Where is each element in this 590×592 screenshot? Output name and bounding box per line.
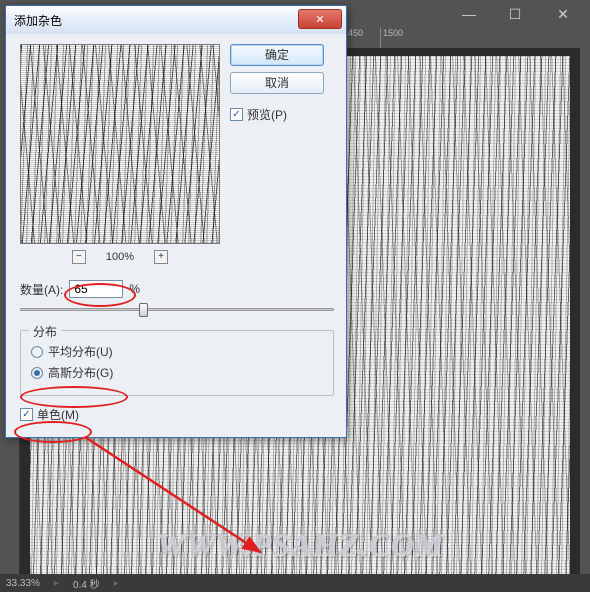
ok-button[interactable]: 确定 (230, 44, 324, 66)
zoom-out-button[interactable]: − (72, 250, 86, 264)
dialog-title: 添加杂色 (14, 12, 62, 29)
preview-label: 预览(P) (247, 106, 287, 123)
uniform-radio-row[interactable]: 平均分布(U) (31, 343, 323, 360)
maximize-button[interactable]: ☐ (492, 2, 538, 26)
status-divider: ▸ (54, 578, 59, 589)
uniform-radio[interactable] (31, 346, 43, 358)
slider-track (20, 308, 334, 311)
amount-row: 数量(A): % (20, 280, 334, 298)
zoom-in-button[interactable]: + (154, 250, 168, 264)
minimize-button[interactable]: — (446, 2, 492, 26)
preview-checkbox[interactable]: ✓ (230, 108, 243, 121)
distribution-fieldset: 分布 平均分布(U) 高斯分布(G) (20, 330, 334, 396)
dialog-titlebar[interactable]: 添加杂色 ✕ (6, 6, 346, 34)
gaussian-radio-row[interactable]: 高斯分布(G) (31, 364, 323, 381)
gaussian-radio[interactable] (31, 367, 43, 379)
status-chevron-icon[interactable]: ▸ (114, 578, 119, 589)
amount-label: 数量(A): (20, 281, 63, 298)
monochrome-label: 单色(M) (37, 406, 79, 423)
slider-thumb[interactable] (139, 303, 148, 317)
preview-panel: − 100% + (20, 44, 220, 264)
status-bar: 33.33% ▸ 0.4 秒 ▸ (0, 574, 590, 592)
preview-checkbox-row[interactable]: ✓ 预览(P) (230, 106, 287, 123)
preview-image[interactable] (20, 44, 220, 244)
uniform-label: 平均分布(U) (48, 343, 113, 360)
distribution-legend: 分布 (29, 323, 61, 340)
status-time: 0.4 秒 (73, 576, 100, 591)
watermark-text: WWW.PSAHZ.COM (30, 526, 570, 563)
cancel-button[interactable]: 取消 (230, 72, 324, 94)
app-close-button[interactable]: ✕ (538, 2, 588, 26)
dialog-close-button[interactable]: ✕ (298, 9, 342, 29)
status-zoom[interactable]: 33.33% (6, 578, 40, 589)
amount-slider[interactable] (20, 300, 334, 318)
amount-input[interactable] (69, 280, 123, 298)
add-noise-dialog: 添加杂色 ✕ − 100% + 确定 取消 ✓ 预览(P) (5, 5, 347, 438)
monochrome-row[interactable]: ✓ 单色(M) (20, 406, 334, 423)
zoom-value: 100% (106, 251, 134, 263)
zoom-controls: − 100% + (20, 250, 220, 264)
gaussian-label: 高斯分布(G) (48, 364, 113, 381)
dialog-body: − 100% + 确定 取消 ✓ 预览(P) 数量(A): % (6, 34, 346, 437)
amount-unit: % (129, 282, 140, 296)
monochrome-checkbox[interactable]: ✓ (20, 408, 33, 421)
dialog-button-column: 确定 取消 ✓ 预览(P) (230, 44, 328, 264)
